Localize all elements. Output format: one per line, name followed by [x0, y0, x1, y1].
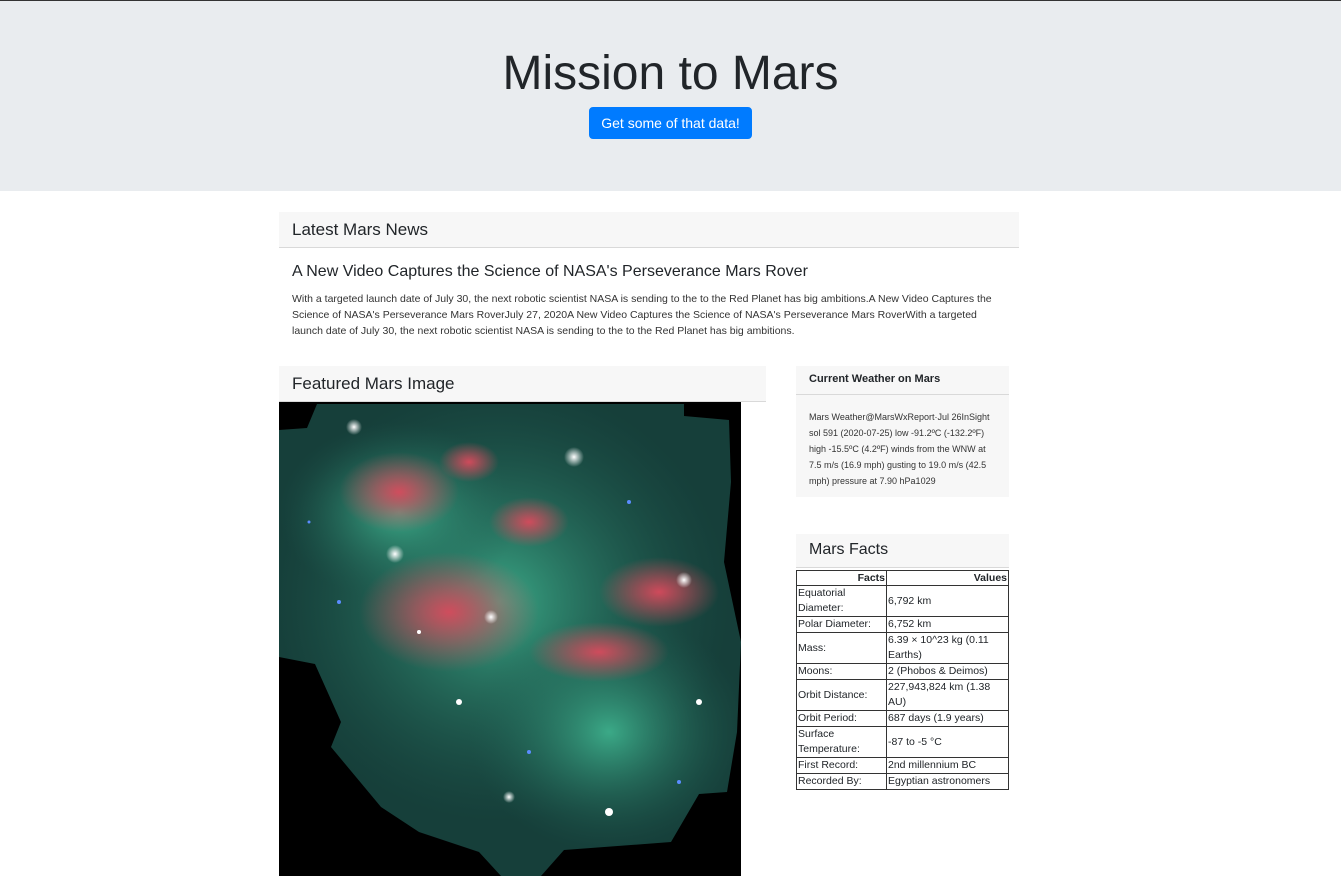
fact-value: 6,792 km — [886, 585, 1009, 617]
news-panel: Latest Mars News A New Video Captures th… — [279, 212, 1019, 339]
table-row: Recorded By: Egyptian astronomers — [796, 773, 1009, 790]
facts-panel-header: Mars Facts — [796, 534, 1009, 568]
table-row: Mass: 6.39 × 10^23 kg (0.11 Earths) — [796, 632, 1009, 664]
fact-label: Moons: — [796, 663, 887, 680]
table-row: Orbit Period: 687 days (1.9 years) — [796, 710, 1009, 727]
weather-panel: Current Weather on Mars Mars Weather@Mar… — [796, 366, 1009, 497]
fact-label: Orbit Distance: — [796, 679, 887, 711]
fact-value: 687 days (1.9 years) — [886, 710, 1009, 727]
fact-label: Recorded By: — [796, 773, 887, 790]
table-row: Orbit Distance: 227,943,824 km (1.38 AU) — [796, 679, 1009, 711]
fact-value: Egyptian astronomers — [886, 773, 1009, 790]
fact-value: 6,752 km — [886, 616, 1009, 633]
page-title: Mission to Mars — [502, 47, 839, 100]
news-paragraph: With a targeted launch date of July 30, … — [292, 293, 992, 337]
fact-value: 6.39 × 10^23 kg (0.11 Earths) — [886, 632, 1009, 664]
nebula-image — [279, 402, 741, 876]
table-row: Polar Diameter: 6,752 km — [796, 616, 1009, 633]
fact-value: 2nd millennium BC — [886, 757, 1009, 774]
facts-table: Facts Values Equatorial Diameter: 6,792 k… — [796, 570, 1009, 790]
weather-text: Mars Weather@MarsWxReport·Jul 26InSight … — [796, 395, 1009, 497]
table-row: Surface Temperature: -87 to -5 °C — [796, 726, 1009, 758]
featured-mars-image — [279, 402, 741, 876]
table-row: Equatorial Diameter: 6,792 km — [796, 585, 1009, 617]
news-headline: A New Video Captures the Science of NASA… — [292, 263, 808, 280]
fact-label: First Record: — [796, 757, 887, 774]
fact-label: Mass: — [796, 632, 887, 664]
fact-value: -87 to -5 °C — [886, 726, 1009, 758]
jumbotron: Mission to Mars Get some of that data! — [0, 1, 1341, 191]
table-row: Moons: 2 (Phobos & Deimos) — [796, 663, 1009, 680]
facts-panel: Mars Facts Facts Values Equatorial Diame… — [796, 534, 1009, 790]
fact-label: Orbit Period: — [796, 710, 887, 727]
fact-label: Polar Diameter: — [796, 616, 887, 633]
fact-label: Surface Temperature: — [796, 726, 887, 758]
values-column-header: Values — [886, 570, 1009, 586]
featured-image-panel: Featured Mars Image — [279, 366, 766, 876]
news-panel-header: Latest Mars News — [279, 212, 1019, 248]
featured-image-header: Featured Mars Image — [279, 366, 766, 402]
fact-label: Equatorial Diameter: — [796, 585, 887, 617]
weather-panel-header: Current Weather on Mars — [796, 366, 1009, 395]
facts-table-header-row: Facts Values — [796, 570, 1009, 586]
table-row: First Record: 2nd millennium BC — [796, 757, 1009, 774]
fact-value: 227,943,824 km (1.38 AU) — [886, 679, 1009, 711]
scrape-button[interactable]: Get some of that data! — [589, 107, 752, 139]
fact-value: 2 (Phobos & Deimos) — [886, 663, 1009, 680]
facts-column-header: Facts — [796, 570, 887, 586]
